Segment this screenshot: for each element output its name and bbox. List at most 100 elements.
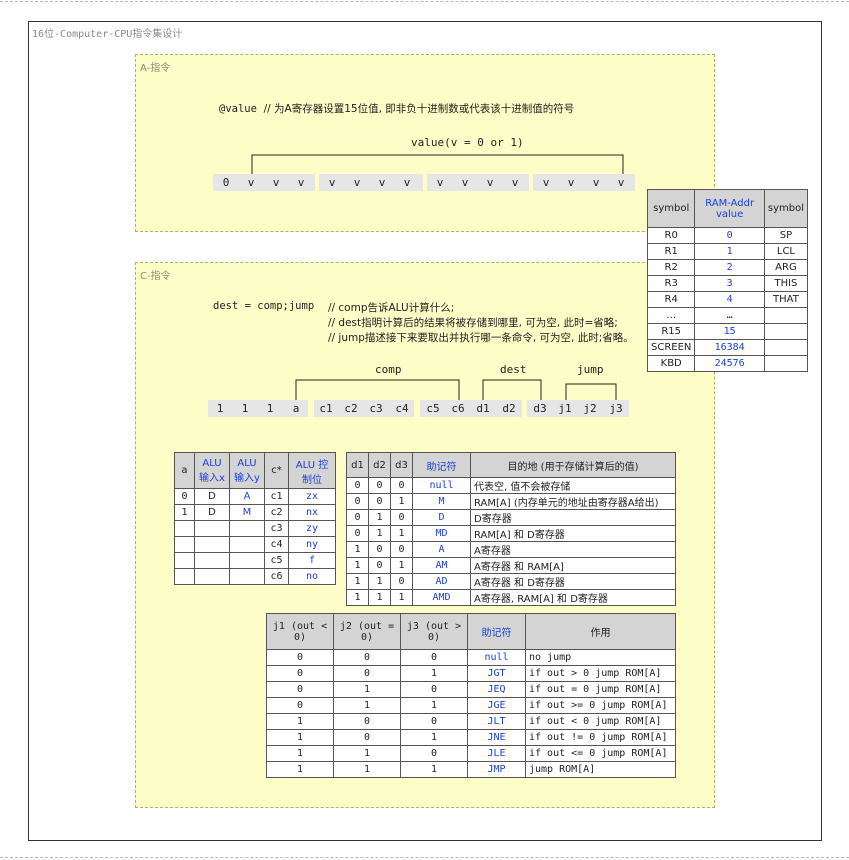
j2-cell: 0: [333, 665, 401, 682]
table-row: 0 1 1 JGE if out >= 0 jump ROM[A]: [266, 697, 676, 714]
d2-cell: 0: [368, 477, 391, 494]
y-cell: [229, 536, 265, 553]
table-row: R0 0 SP: [646, 227, 809, 244]
effect-cell: jump ROM[A]: [525, 761, 676, 778]
symbol-cell: R1: [646, 243, 696, 260]
a-bit: v: [486, 176, 494, 189]
alu-input-y-header: ALU 输入y: [229, 452, 265, 489]
a-instruction-syntax: @value: [219, 103, 257, 115]
table-row: 0 1 0 D D寄存器: [346, 509, 676, 526]
alias-cell: ARG: [763, 259, 809, 276]
table-row: 0 0 0 null no jump: [266, 649, 676, 666]
dest-label: dest: [500, 363, 527, 376]
mnemonic-cell: A: [412, 541, 471, 558]
mnemonic-cell: null: [412, 477, 471, 494]
mnemonic-cell: JLE: [467, 745, 526, 762]
c-bit-group-1: 1 1 1 a: [208, 400, 308, 417]
j1-cell: 0: [266, 697, 334, 714]
j2-cell: 1: [333, 681, 401, 698]
d3-cell: 1: [390, 525, 413, 542]
alias-cell: [763, 339, 809, 356]
a-bit: v: [403, 176, 411, 189]
table-row: R2 2 ARG: [646, 259, 809, 276]
c-bit: c1: [319, 402, 333, 415]
c-bit: 1: [266, 402, 274, 415]
j3-cell: 1: [400, 697, 468, 714]
destination-cell: A寄存器 和 D寄存器: [470, 573, 676, 590]
a-bit: 0: [222, 176, 230, 189]
table-row: 0 D Ac1 zx: [174, 488, 336, 505]
destination-cell: 代表空, 值不会被存储: [470, 477, 676, 494]
c-bit-group-2: c1 c2 c3 c4: [314, 400, 414, 417]
c-instruction-syntax: dest = comp;jump: [213, 300, 315, 312]
c-bit: 1: [216, 402, 224, 415]
c-cell: c2: [264, 504, 289, 521]
mnemonic-cell: null: [467, 649, 526, 666]
symbol-cell: R3: [646, 275, 696, 292]
y-cell: M: [229, 504, 265, 521]
j3-header: j3 (out > 0): [400, 613, 468, 650]
j1-cell: 0: [266, 649, 334, 666]
bottom-dashed-border: [0, 857, 849, 858]
dest-table: d1 d2 d3 助记符 目的地 (用于存储计算后的值) 0 0 0 null 代表空,…: [346, 452, 676, 606]
j3-cell: 1: [400, 729, 468, 746]
d2-cell: 1: [368, 589, 391, 606]
j3-cell: 1: [400, 761, 468, 778]
frame-title: 16位-Computer-CPU指令集设计: [32, 29, 183, 40]
d1-cell: 0: [346, 509, 369, 526]
control-cell: zy: [288, 520, 336, 537]
c-bit: c4: [395, 402, 409, 415]
mnemonic-cell: JGT: [467, 665, 526, 682]
c-bit: c6: [451, 402, 465, 415]
table-row: R4 4 THAT: [646, 291, 809, 308]
d2-cell: 1: [368, 573, 391, 590]
j1-cell: 0: [266, 681, 334, 698]
mnemonic-cell: M: [412, 493, 471, 510]
c-cell: c5: [264, 552, 289, 569]
control-cell: no: [288, 568, 336, 585]
table-row: R1 1 LCL: [646, 243, 809, 260]
c-cell: c4: [264, 536, 289, 553]
a-bit: v: [272, 176, 280, 189]
d2-cell: 1: [368, 509, 391, 526]
table-row: 0 0 0 null 代表空, 值不会被存储: [346, 477, 676, 494]
jump-label: jump: [577, 363, 604, 376]
a-cell: [174, 520, 195, 537]
d2-cell: 1: [368, 525, 391, 542]
c-bit: j1: [558, 402, 572, 415]
table-row: 1 0 1 AM A寄存器 和 RAM[A]: [346, 557, 676, 574]
c-instruction-title: C-指令: [140, 271, 171, 282]
d1-cell: 0: [346, 477, 369, 494]
d2-cell: 0: [368, 541, 391, 558]
table-row: 1 0 0 A A寄存器: [346, 541, 676, 558]
alias-cell: THAT: [763, 291, 809, 308]
d2-header: d2: [368, 452, 391, 478]
dest-table-header: d1 d2 d3 助记符 目的地 (用于存储计算后的值): [346, 452, 676, 478]
a-bit-group-4: v v v v: [533, 174, 635, 191]
c-bit: d1: [476, 402, 490, 415]
j3-cell: 0: [400, 745, 468, 762]
addr-cell: 0: [694, 227, 765, 244]
d1-cell: 1: [346, 541, 369, 558]
addr-cell: 1: [694, 243, 765, 260]
alias-cell: [763, 355, 809, 372]
d3-header: d3: [390, 452, 413, 478]
mnemonic-cell: JLT: [467, 713, 526, 730]
alias-cell: THIS: [763, 275, 809, 292]
a-instruction-title: A-指令: [140, 63, 171, 74]
top-dashed-border: [0, 1, 849, 2]
symbol-cell: …: [646, 307, 696, 324]
addr-cell: 15: [694, 323, 765, 340]
table-row: c4 ny: [174, 536, 336, 553]
j1-cell: 1: [266, 745, 334, 762]
d1-header: d1: [346, 452, 369, 478]
symbol-cell: R2: [646, 259, 696, 276]
jump-mnemonic-header: 助记符: [467, 613, 526, 650]
d3-cell: 0: [390, 477, 413, 494]
d3-cell: 0: [390, 509, 413, 526]
destination-cell: RAM[A] (内存单元的地址由寄存器A给出): [470, 493, 676, 510]
effect-cell: if out <= 0 jump ROM[A]: [525, 745, 676, 762]
table-row: 1 0 1 JNE if out != 0 jump ROM[A]: [266, 729, 676, 746]
c-cell: c6: [264, 568, 289, 585]
table-row: c3 zy: [174, 520, 336, 537]
